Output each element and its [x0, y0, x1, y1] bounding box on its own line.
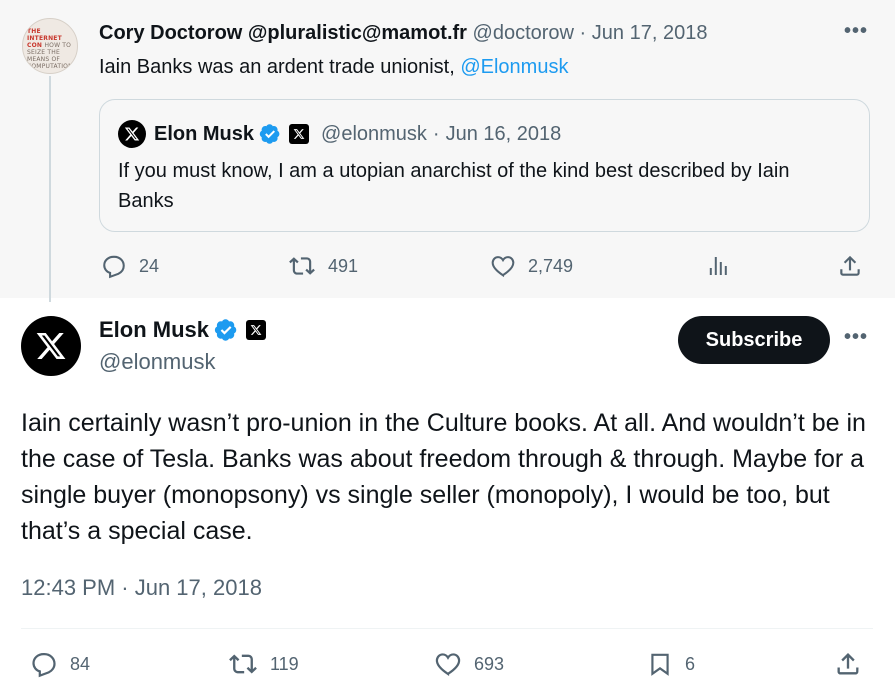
- main-tweet-timestamp[interactable]: 12:43 PM · Jun 17, 2018: [21, 573, 262, 603]
- divider: [21, 628, 873, 629]
- parent-reply-count: 24: [139, 255, 160, 276]
- main-repost-button[interactable]: 119: [228, 650, 299, 678]
- main-bookmark-count: 6: [685, 653, 696, 674]
- quoted-tweet[interactable]: Elon Musk @elonmusk · Jun 16, 2018 If yo…: [99, 99, 870, 232]
- parent-repost-button[interactable]: 491: [288, 253, 358, 279]
- reply-icon: [32, 652, 56, 678]
- views-icon: [709, 257, 727, 275]
- avatar-text-5: MEANS OF: [27, 56, 61, 63]
- thread-connector-line: [49, 76, 51, 302]
- main-repost-count: 119: [270, 653, 299, 674]
- parent-separator: ·: [579, 22, 587, 44]
- main-reply-button[interactable]: 84: [30, 650, 90, 678]
- avatar-text-con: CON: [27, 42, 43, 49]
- parent-views-button[interactable]: [706, 254, 730, 278]
- avatar-text-3: CON HOW TO: [27, 42, 71, 49]
- main-tweet-text: Iain certainly wasn’t pro-union in the C…: [21, 409, 866, 545]
- subscribe-button[interactable]: Subscribe: [678, 316, 830, 364]
- parent-text-body: Iain Banks was an ardent trade unionist,: [99, 56, 461, 78]
- parent-like-count: 2,749: [528, 255, 574, 276]
- quoted-date[interactable]: Jun 16, 2018: [446, 121, 562, 147]
- like-icon: [435, 653, 461, 676]
- main-affiliate-x-logo-icon: [246, 320, 267, 340]
- repost-icon: [229, 654, 257, 674]
- parent-more-icon[interactable]: •••: [844, 20, 868, 43]
- parent-display-name[interactable]: Cory Doctorow @pluralistic@mamot.fr: [99, 22, 467, 44]
- main-like-count: 693: [474, 653, 505, 674]
- reply-icon: [103, 255, 125, 279]
- avatar-text-1: THE: [27, 28, 41, 35]
- parent-repost-count: 491: [328, 255, 359, 276]
- avatar-text-6: COMPUTATION: [27, 63, 73, 70]
- main-author-name-row: Elon Musk: [99, 316, 267, 344]
- parent-reply-button[interactable]: 24: [101, 253, 159, 279]
- main-more-icon[interactable]: •••: [844, 326, 868, 349]
- main-bookmark-button[interactable]: 6: [647, 650, 695, 678]
- quoted-tweet-text: If you must know, I am a utopian anarchi…: [118, 160, 790, 212]
- main-verified-badge-icon: [214, 318, 238, 342]
- main-avatar-x-logo-icon[interactable]: [21, 316, 81, 376]
- main-handle[interactable]: @elonmusk: [99, 348, 216, 376]
- parent-tweet-text: Iain Banks was an ardent trade unionist,…: [99, 54, 568, 80]
- like-icon: [491, 256, 515, 278]
- quoted-separator: ·: [432, 123, 440, 145]
- quoted-display-name[interactable]: Elon Musk: [154, 121, 254, 147]
- parent-share-button[interactable]: [837, 253, 863, 279]
- parent-handle[interactable]: @doctorow: [473, 22, 574, 44]
- mention-link[interactable]: @Elonmusk: [460, 56, 568, 78]
- main-reply-count: 84: [70, 653, 91, 674]
- share-icon: [837, 653, 859, 675]
- avatar-text-2: INTERNET: [27, 35, 62, 42]
- verified-badge-icon: [259, 123, 281, 145]
- quoted-avatar-x-logo-icon[interactable]: [118, 120, 146, 148]
- affiliate-x-logo-icon: [289, 124, 310, 144]
- bookmark-icon: [651, 653, 669, 676]
- avatar-doctorow[interactable]: THE INTERNET CON HOW TO SEIZE THE MEANS …: [22, 18, 78, 74]
- avatar-text-4: SEIZE THE: [27, 49, 60, 56]
- main-like-button[interactable]: 693: [434, 650, 504, 678]
- repost-icon: [289, 257, 315, 275]
- avatar-text-howto: HOW TO: [44, 42, 72, 49]
- share-icon: [840, 255, 860, 276]
- parent-date[interactable]: Jun 17, 2018: [592, 22, 708, 44]
- parent-like-button[interactable]: 2,749: [490, 253, 573, 279]
- parent-tweet[interactable]: THE INTERNET CON HOW TO SEIZE THE MEANS …: [0, 0, 895, 302]
- main-display-name[interactable]: Elon Musk: [99, 316, 209, 344]
- parent-tweet-header: Cory Doctorow @pluralistic@mamot.fr @doc…: [99, 20, 707, 46]
- quoted-handle[interactable]: @elonmusk: [321, 121, 427, 147]
- quoted-tweet-header: Elon Musk @elonmusk · Jun 16, 2018: [118, 120, 561, 148]
- main-share-button[interactable]: [834, 650, 862, 678]
